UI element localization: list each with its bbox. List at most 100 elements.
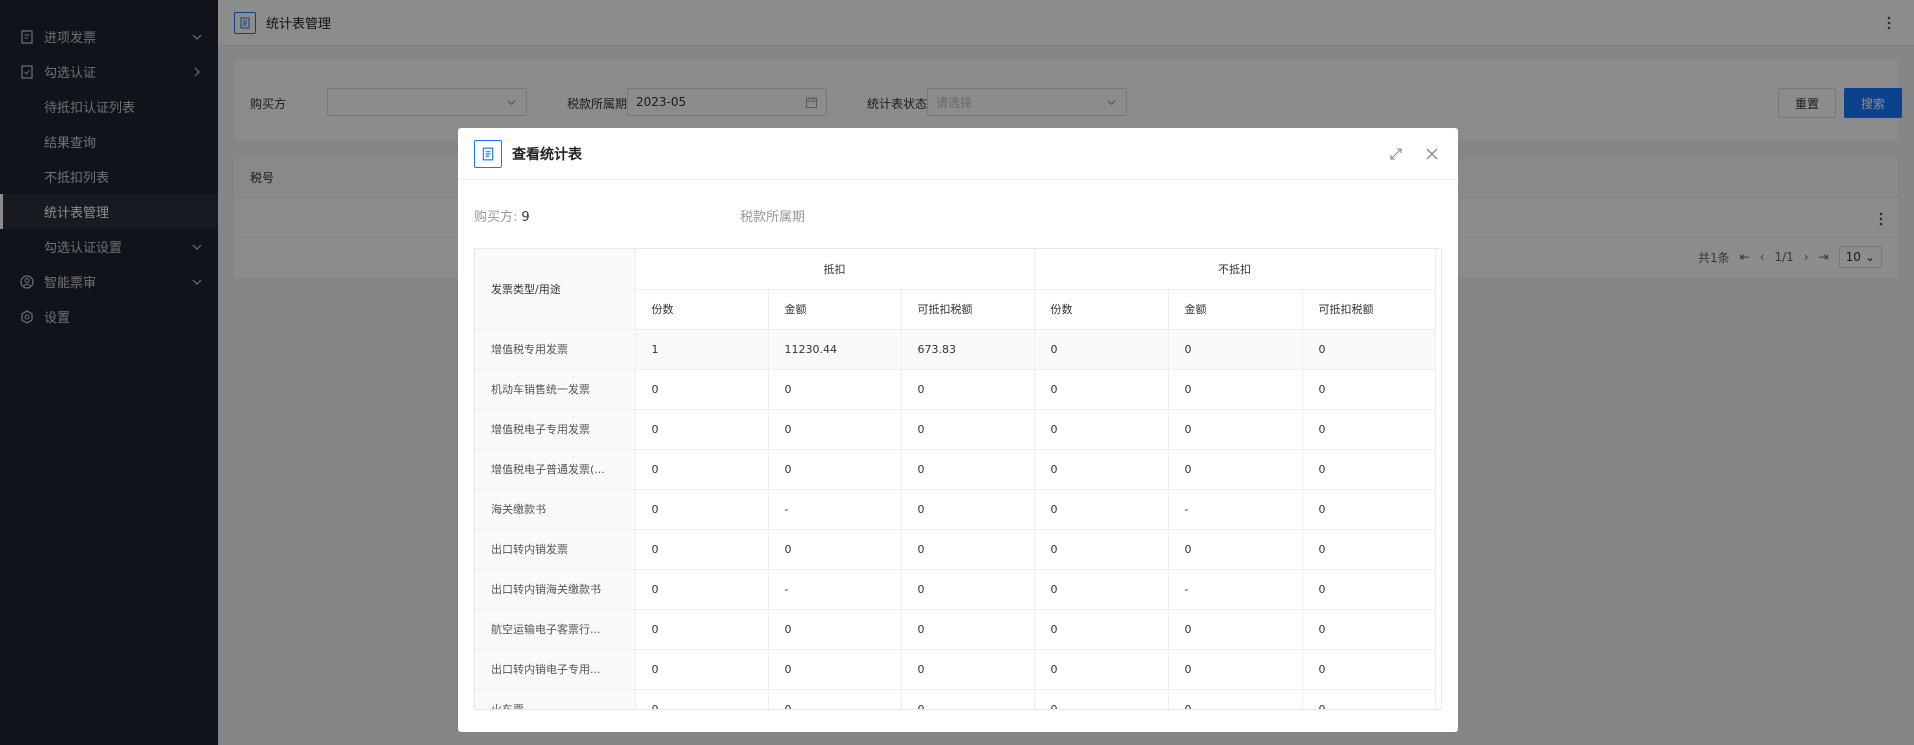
table-cell: - [768,489,902,530]
column-nondeduct-amount: 金额 [1168,289,1303,330]
table-cell: 0 [1034,529,1169,570]
table-cell: 0 [1302,569,1436,610]
modal-buyer-value: 9 [521,210,530,225]
table-cell: 0 [635,489,769,530]
table-row: 增值税专用发票 1 11230.44 673.83 0 0 0 [475,329,1436,370]
document-icon [474,139,502,168]
column-nondeduct-count: 份数 [1034,289,1169,330]
table-cell: 0 [1168,649,1303,690]
modal-header: 查看统计表 [458,128,1458,180]
column-nondeduct-tax: 可抵扣税额 [1302,289,1436,330]
group-nondeduct: 不抵扣 [1034,249,1436,290]
table-cell: 0 [901,649,1035,690]
table-cell: 增值税专用发票 [475,329,636,370]
table-row: 出口转内销海关缴款书 0-0 0-0 [475,569,1436,610]
table-cell: 航空运输电子客票行... [475,609,636,650]
table-cell: 0 [1034,409,1169,450]
table-cell: - [768,569,902,610]
table-cell: 出口转内销海关缴款书 [475,569,636,610]
table-cell: 0 [1168,529,1303,570]
table-row: 海关缴款书 0-0 0-0 [475,489,1436,530]
table-cell: 0 [1302,449,1436,490]
table-cell: 0 [1034,689,1169,709]
table-cell: 0 [768,529,902,570]
table-cell: 0 [901,569,1035,610]
modal-title: 查看统计表 [512,146,582,163]
modal-buyer-label: 购买方: [474,210,518,225]
table-cell: 出口转内销电子专用... [475,649,636,690]
table-cell: 0 [1168,449,1303,490]
column-deduct-tax: 可抵扣税额 [901,289,1035,330]
table-cell: 0 [635,369,769,410]
modal-period-label: 税款所属期 [740,210,806,225]
table-cell: 0 [1168,689,1303,709]
table-cell: 0 [1302,529,1436,570]
table-cell: 0 [768,649,902,690]
table-cell: 0 [1302,489,1436,530]
table-cell: 0 [1302,369,1436,410]
table-cell: 0 [901,529,1035,570]
column-deduct-amount: 金额 [768,289,902,330]
table-cell: 0 [901,609,1035,650]
table-cell: - [1168,569,1303,610]
modal-period-info: 税款所属期 [740,206,805,225]
table-row: 出口转内销发票 0 0 0 0 0 0 [475,529,1436,570]
table-cell: 0 [1168,609,1303,650]
table-row: 机动车销售统一发票 0 0 0 0 0 0 [475,369,1436,410]
table-cell: 1 [635,329,769,370]
table-row: 航空运输电子客票行... 0 0 0 0 0 0 [475,609,1436,650]
table-row: 火车票 0 0 0 0 0 0 [475,689,1436,709]
group-deduct: 抵扣 [635,249,1035,290]
table-cell: 0 [1034,649,1169,690]
table-cell: 0 [1168,409,1303,450]
table-cell: 0 [901,409,1035,450]
table-cell: 0 [1302,329,1436,370]
table-cell: 0 [901,449,1035,490]
table-cell: 0 [901,689,1035,709]
table-cell: 0 [635,649,769,690]
table-cell: 0 [901,489,1035,530]
table-cell: 0 [1302,689,1436,709]
table-cell: 0 [635,409,769,450]
table-cell: 0 [1302,409,1436,450]
table-cell: 增值税电子专用发票 [475,409,636,450]
table-row: 出口转内销电子专用... 0 0 0 0 0 0 [475,649,1436,690]
table-cell: 0 [768,449,902,490]
table-cell: 海关缴款书 [475,489,636,530]
table-row: 增值税电子普通发票(... 0 0 0 0 0 0 [475,449,1436,490]
table-cell: 0 [768,689,902,709]
modal-buyer-info: 购买方: 9 [474,206,530,225]
table-cell: 出口转内销发票 [475,529,636,570]
table-cell: 0 [1302,649,1436,690]
table-cell: 0 [635,689,769,709]
table-cell: 0 [1034,609,1169,650]
close-icon[interactable] [1424,146,1440,162]
table-cell: 0 [901,369,1035,410]
fullscreen-icon[interactable] [1388,146,1404,162]
table-cell: 0 [1302,609,1436,650]
column-deduct-count: 份数 [635,289,769,330]
table-cell: 0 [1034,569,1169,610]
table-cell: 0 [635,609,769,650]
table-cell: 0 [635,529,769,570]
table-cell: 0 [1034,489,1169,530]
table-cell: 0 [1034,369,1169,410]
table-cell: 673.83 [901,329,1035,370]
column-invoice-type: 发票类型/用途 [475,249,636,330]
table-cell: 0 [1034,329,1169,370]
stat-table-wrapper[interactable]: 发票类型/用途 抵扣 不抵扣 份数 金额 可抵扣税额 份数 金额 可抵扣税额 增… [474,248,1442,710]
stat-view-modal: 查看统计表 购买方: 9 税款所属期 发票类型/用途 抵扣 不抵扣 份数 金额 可… [458,128,1458,732]
table-cell: 0 [635,449,769,490]
table-cell: 0 [1168,329,1303,370]
table-cell: 0 [635,569,769,610]
table-cell: 机动车销售统一发票 [475,369,636,410]
table-cell: 0 [768,369,902,410]
table-cell: 0 [768,609,902,650]
table-cell: 增值税电子普通发票(... [475,449,636,490]
stat-table: 发票类型/用途 抵扣 不抵扣 份数 金额 可抵扣税额 份数 金额 可抵扣税额 增… [475,249,1436,709]
table-row: 增值税电子专用发票 0 0 0 0 0 0 [475,409,1436,450]
table-cell: - [1168,489,1303,530]
table-cell: 11230.44 [768,329,902,370]
table-cell: 火车票 [475,689,636,709]
table-cell: 0 [1034,449,1169,490]
